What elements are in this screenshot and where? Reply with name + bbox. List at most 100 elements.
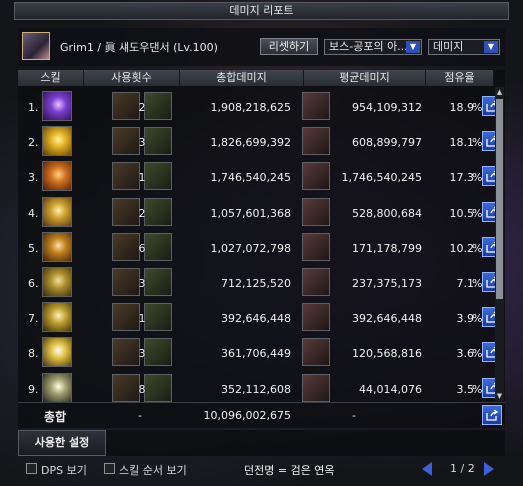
total-damage: 1,826,699,392 bbox=[210, 136, 291, 150]
use-count: 8 bbox=[138, 382, 146, 396]
total-damage: 1,057,601,368 bbox=[210, 206, 291, 220]
rank-number: 5. bbox=[28, 241, 39, 255]
settings-tab-row: 사용한 설정 bbox=[18, 430, 505, 456]
total-damage: 1,746,540,245 bbox=[210, 171, 291, 185]
character-portrait bbox=[22, 32, 50, 60]
scrollbar[interactable]: ▲ ▼ bbox=[495, 87, 504, 401]
total-label: 총합 bbox=[44, 410, 67, 424]
average-damage: 171,178,799 bbox=[352, 241, 422, 255]
total-damage: 361,706,449 bbox=[221, 347, 291, 361]
use-count: 3 bbox=[138, 136, 146, 150]
share-percent: 3.9 bbox=[456, 312, 475, 326]
share-percent: 10.5 bbox=[449, 206, 475, 220]
percent-sign: % bbox=[472, 206, 483, 220]
total-row: 총합 - 10,096,002,675 - bbox=[18, 402, 505, 428]
percent-sign: % bbox=[472, 347, 483, 361]
column-total: 총합데미지 bbox=[180, 70, 304, 86]
rank-number: 6. bbox=[28, 277, 39, 290]
share-percent: 3.6 bbox=[456, 347, 475, 361]
chevron-down-icon: ▼ bbox=[406, 41, 420, 53]
column-skill: 스킬 bbox=[18, 70, 84, 86]
prev-page-icon[interactable] bbox=[422, 462, 432, 476]
percent-sign: % bbox=[472, 171, 483, 185]
dungeon-filter-dropdown[interactable]: 보스-공포의 아... ▼ bbox=[324, 39, 422, 55]
share-percent: 7.1 bbox=[456, 277, 475, 290]
table-row: 4. 2 1,057,601,368 528,800,684 10.5% bbox=[18, 195, 502, 230]
percent-sign: % bbox=[472, 277, 483, 290]
page-indicator: 1 / 2 bbox=[450, 462, 475, 475]
dps-checkbox[interactable] bbox=[26, 463, 37, 474]
average-damage: 954,109,312 bbox=[352, 101, 422, 114]
total-damage: 10,096,002,675 bbox=[203, 409, 291, 422]
skill-order-checkbox[interactable] bbox=[104, 463, 115, 474]
share-total-button[interactable] bbox=[482, 405, 502, 425]
share-percent: 3.5 bbox=[456, 382, 475, 396]
reset-button[interactable]: 리셋하기 bbox=[260, 38, 318, 55]
use-count: 1 bbox=[138, 312, 146, 326]
table-row: 9. 8 352,112,608 44,014,076 3.5% bbox=[18, 371, 502, 406]
table-row: 5. 6 1,027,072,798 171,178,799 10.2% bbox=[18, 230, 502, 265]
column-avg: 평균데미지 bbox=[304, 70, 426, 86]
next-page-icon[interactable] bbox=[484, 462, 494, 476]
skill-order-label: 스킬 순서 보기 bbox=[119, 464, 187, 477]
total-damage: 1,027,072,798 bbox=[210, 241, 291, 255]
skill-icon bbox=[42, 91, 72, 121]
rank-number: 2. bbox=[28, 136, 39, 150]
character-name: Grim1 / 眞 섀도우댄서 (Lv.100) bbox=[60, 41, 218, 54]
mode-dropdown[interactable]: 데미지 ▼ bbox=[428, 39, 500, 55]
rank-number: 1. bbox=[28, 101, 39, 114]
window-title: 데미지 리포트 bbox=[14, 2, 509, 20]
total-avg: - bbox=[352, 409, 356, 422]
average-damage: 237,375,173 bbox=[352, 277, 422, 290]
tab-used-settings[interactable]: 사용한 설정 bbox=[18, 430, 106, 456]
share-percent: 18.1 bbox=[449, 136, 475, 150]
use-count: 3 bbox=[138, 347, 146, 361]
total-damage: 1,908,218,625 bbox=[210, 101, 291, 114]
skill-icon bbox=[42, 231, 72, 262]
percent-sign: % bbox=[472, 101, 483, 114]
table-row: 2. 3 1,826,699,392 608,899,797 18.1% bbox=[18, 124, 502, 159]
share-percent: 17.3 bbox=[449, 171, 475, 185]
use-count: 2 bbox=[138, 101, 146, 114]
total-damage: 352,112,608 bbox=[221, 382, 291, 396]
table-row: 6. 3 712,125,520 237,375,173 7.1% bbox=[18, 265, 502, 300]
total-damage: 392,646,448 bbox=[221, 312, 291, 326]
damage-report-window: 데미지 리포트 Grim1 / 眞 섀도우댄서 (Lv.100) 리셋하기 보스… bbox=[14, 2, 509, 484]
use-count: 6 bbox=[138, 241, 146, 255]
rank-number: 8. bbox=[28, 347, 39, 361]
table-row: 7. 1 392,646,448 392,646,448 3.9% bbox=[18, 300, 502, 335]
average-damage: 392,646,448 bbox=[352, 312, 422, 326]
scroll-thumb[interactable] bbox=[496, 99, 503, 299]
average-damage: 528,800,684 bbox=[352, 206, 422, 220]
table-row: 3. 1 1,746,540,245 1,746,540,245 17.3% bbox=[18, 159, 502, 194]
skill-icon bbox=[42, 337, 72, 368]
average-damage: 44,014,076 bbox=[359, 382, 422, 396]
scroll-down-icon[interactable]: ▼ bbox=[495, 391, 504, 401]
rank-number: 7. bbox=[28, 312, 39, 326]
legend-text: 던전명 = 검은 연옥 bbox=[244, 464, 335, 477]
dungeon-filter-value: 보스-공포의 아... bbox=[329, 40, 408, 53]
chevron-down-icon: ▼ bbox=[484, 41, 498, 53]
average-damage: 1,746,540,245 bbox=[341, 171, 422, 185]
report-header: Grim1 / 眞 섀도우댄서 (Lv.100) 리셋하기 보스-공포의 아..… bbox=[18, 28, 505, 66]
rank-number: 4. bbox=[28, 206, 39, 220]
share-percent: 10.2 bbox=[449, 241, 475, 255]
skill-icon bbox=[42, 161, 72, 192]
total-damage: 712,125,520 bbox=[221, 277, 291, 290]
skill-icon bbox=[42, 302, 72, 333]
dps-label: DPS 보기 bbox=[41, 464, 87, 477]
rank-number: 3. bbox=[28, 171, 39, 185]
table-row: 1. 2 1,908,218,625 954,109,312 18.9% bbox=[18, 89, 502, 124]
skill-icon bbox=[42, 267, 72, 297]
scroll-up-icon[interactable]: ▲ bbox=[495, 87, 504, 97]
column-count: 사용횟수 bbox=[84, 70, 180, 86]
footer-bar: DPS 보기 스킬 순서 보기 던전명 = 검은 연옥 1 / 2 bbox=[0, 457, 523, 486]
use-count: 2 bbox=[138, 206, 146, 220]
average-damage: 120,568,816 bbox=[352, 347, 422, 361]
rank-number: 9. bbox=[28, 382, 39, 396]
skill-icon bbox=[42, 196, 72, 227]
percent-sign: % bbox=[472, 312, 483, 326]
skill-table: 스킬 사용횟수 총합데미지 평균데미지 점유율 1. 2 1,908,218,625… bbox=[18, 70, 505, 403]
share-percent: 18.9 bbox=[449, 101, 475, 114]
average-damage: 608,899,797 bbox=[352, 136, 422, 150]
